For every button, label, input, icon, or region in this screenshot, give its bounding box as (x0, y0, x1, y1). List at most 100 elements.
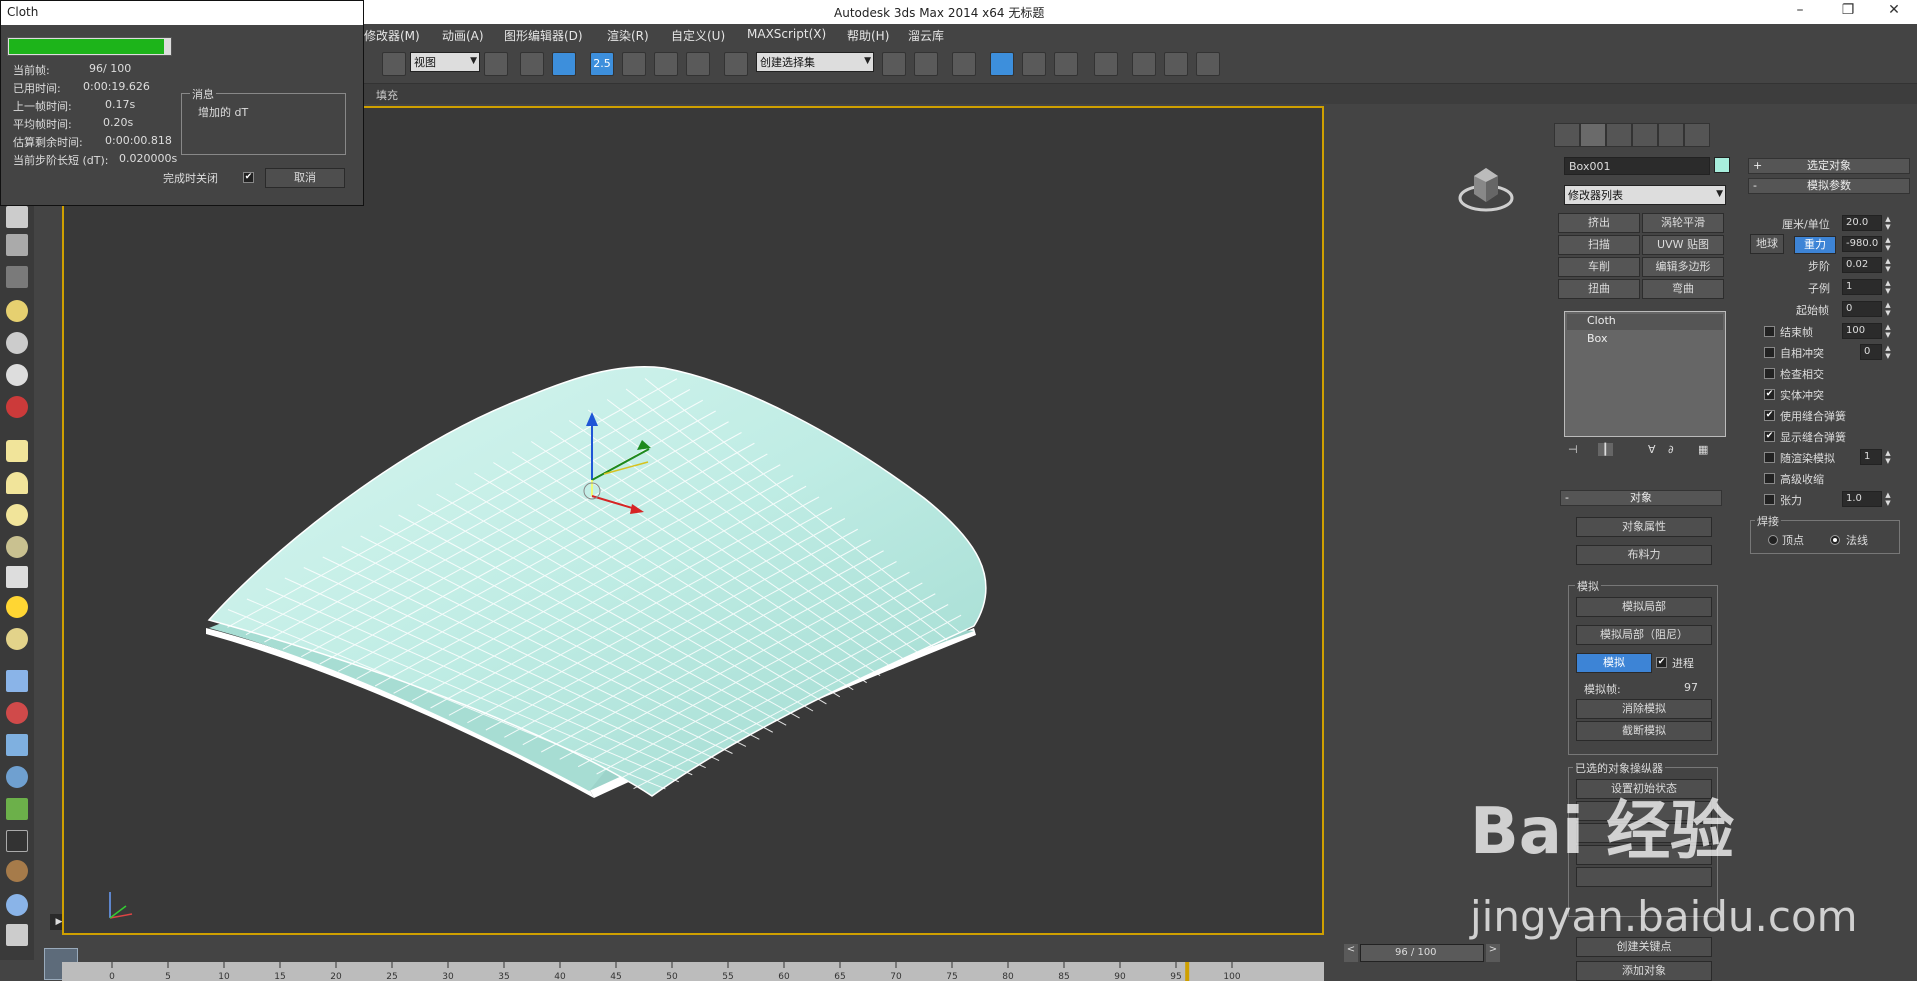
spinner-snap-icon[interactable] (686, 52, 710, 76)
display-tab-icon[interactable] (1658, 123, 1684, 147)
calculator-icon[interactable] (6, 234, 28, 256)
align-icon[interactable] (914, 52, 938, 76)
close-button[interactable]: ✕ (1871, 2, 1917, 22)
tension-checkbox[interactable] (1764, 494, 1775, 505)
sweep-button[interactable]: 扫描 (1558, 235, 1640, 255)
particles-icon[interactable] (6, 670, 28, 692)
snap-toggle-icon[interactable]: 2.5 (590, 52, 614, 76)
reference-coord-combo[interactable]: 视图 ▼ (410, 52, 480, 72)
weld-vertices-radio[interactable] (1768, 535, 1778, 545)
sun-icon[interactable] (6, 596, 28, 618)
perspective-viewport[interactable] (62, 106, 1324, 935)
keyboard-shortcut-override-icon[interactable] (552, 52, 576, 76)
camera-icon[interactable] (6, 332, 28, 354)
globe-icon[interactable] (6, 894, 28, 916)
molecule-icon[interactable] (6, 702, 28, 724)
material-editor-icon[interactable] (1094, 52, 1118, 76)
simulate-button[interactable]: 模拟 (1576, 653, 1652, 673)
object-properties-button[interactable]: 对象属性 (1576, 517, 1712, 537)
cm-per-unit-spinner[interactable]: 20.0 (1842, 215, 1882, 231)
create-tab-icon[interactable] (1554, 123, 1580, 147)
modifier-list-combo[interactable]: 修改器列表 ▼ (1564, 185, 1726, 205)
light-bulb-icon[interactable] (6, 300, 28, 322)
step-spinner[interactable]: 0.02 (1842, 257, 1882, 273)
render-setup-icon[interactable] (1132, 52, 1156, 76)
menu-maxscript[interactable]: MAXScript(X) (747, 27, 826, 41)
menu-animation[interactable]: 动画(A) (442, 27, 484, 44)
simulate-local-damped-button[interactable]: 模拟局部（阻尼） (1576, 625, 1712, 645)
time-prev-button[interactable]: < (1344, 944, 1358, 962)
angle-snap-icon[interactable] (622, 52, 646, 76)
timeline-track[interactable]: 0 5 10 15 20 25 30 35 40 45 50 55 60 65 70 75 80 85 90 95 10… (62, 962, 1324, 981)
cone-icon[interactable] (6, 566, 28, 588)
restore-button[interactable]: ❐ (1825, 2, 1871, 22)
use-sewing-springs-checkbox[interactable]: ✔ (1764, 410, 1775, 421)
lathe-button[interactable]: 车削 (1558, 257, 1640, 277)
cm-per-unit-arrows[interactable]: ▲ ▼ (1884, 215, 1892, 231)
simulate-local-button[interactable]: 模拟局部 (1576, 597, 1712, 617)
photo-icon[interactable] (6, 206, 28, 228)
minimize-button[interactable]: – (1777, 2, 1823, 22)
self-collision-checkbox[interactable] (1764, 347, 1775, 358)
sim-params-rollout[interactable]: - 模拟参数 (1748, 178, 1910, 194)
menu-customize[interactable]: 自定义(U) (671, 27, 725, 44)
utilities-tab-icon[interactable] (1684, 123, 1710, 147)
sim-on-render-arrows[interactable]: ▲ ▼ (1884, 449, 1892, 465)
rope-icon[interactable] (6, 860, 28, 882)
subsample-arrows[interactable]: ▲ ▼ (1884, 279, 1892, 295)
start-frame-spinner[interactable]: 0 (1842, 301, 1882, 317)
stack-item-box[interactable]: Box (1567, 332, 1723, 348)
fill-tab[interactable]: 填充 (376, 87, 398, 103)
end-frame-checkbox[interactable] (1764, 326, 1775, 337)
start-frame-arrows[interactable]: ▲ ▼ (1884, 301, 1892, 317)
select-manipulate-icon[interactable] (520, 52, 544, 76)
selected-object-rollout[interactable]: + 选定对象 (1748, 158, 1910, 174)
cancel-button[interactable]: 取消 (265, 168, 345, 188)
configure-sets-icon[interactable]: ▦ (1698, 443, 1708, 456)
twist-button[interactable]: 扭曲 (1558, 279, 1640, 299)
self-collision-arrows[interactable]: ▲ ▼ (1884, 344, 1892, 360)
torus-icon[interactable] (6, 628, 28, 650)
hair-fur-icon[interactable] (6, 830, 28, 852)
pin-stack-icon[interactable]: ⊣ (1568, 443, 1578, 456)
helper-icon[interactable] (6, 364, 28, 386)
truncate-simulation-button[interactable]: 截断模拟 (1576, 721, 1712, 741)
turbosmooth-button[interactable]: 涡轮平滑 (1642, 213, 1724, 233)
grass-icon[interactable] (6, 798, 28, 820)
render-teapot-icon[interactable] (1196, 52, 1220, 76)
close-on-finish-checkbox[interactable]: ✔ (243, 172, 254, 183)
menu-modifiers[interactable]: 修改器(M) (364, 27, 420, 44)
end-frame-arrows[interactable]: ▲ ▼ (1884, 323, 1892, 339)
gear-icon[interactable] (6, 766, 28, 788)
modify-tab-icon[interactable] (1580, 123, 1606, 147)
sim-on-render-checkbox[interactable] (1764, 452, 1775, 463)
compound-icon[interactable] (6, 734, 28, 756)
curve-editor-icon[interactable] (1022, 52, 1046, 76)
graphite-ribbon-icon[interactable] (990, 52, 1014, 76)
earth-button[interactable]: 地球 (1750, 234, 1784, 254)
render-icon[interactable] (6, 924, 28, 946)
plane-icon[interactable] (6, 440, 28, 462)
pivot-center-icon[interactable] (484, 52, 508, 76)
object-color-swatch[interactable] (1714, 157, 1730, 173)
time-slider[interactable]: 96 / 100 (1360, 944, 1484, 962)
named-selection-combo[interactable]: 创建选择集 ▼ (756, 52, 874, 72)
erase-simulation-button[interactable]: 消除模拟 (1576, 699, 1712, 719)
stack-item-cloth[interactable]: Cloth (1567, 314, 1723, 330)
video-camera-icon[interactable] (6, 396, 28, 418)
end-frame-spinner[interactable]: 100 (1842, 323, 1882, 339)
object-rollout[interactable]: - 对象 (1560, 490, 1722, 506)
advanced-pinch-checkbox[interactable] (1764, 473, 1775, 484)
show-end-result-icon[interactable]: ┃ (1598, 443, 1613, 456)
tension-spinner[interactable]: 1.0 (1842, 491, 1882, 507)
schematic-view-icon[interactable] (1054, 52, 1078, 76)
sphere-icon[interactable] (6, 504, 28, 526)
self-collision-spinner[interactable]: 0 (1860, 344, 1882, 360)
object-name-field[interactable]: Box001 (1564, 157, 1710, 175)
hierarchy-tab-icon[interactable] (1606, 123, 1632, 147)
scale-tool-icon[interactable] (382, 52, 406, 76)
subsample-spinner[interactable]: 1 (1842, 279, 1882, 295)
grid-icon[interactable] (6, 266, 28, 288)
edit-named-selection-icon[interactable] (724, 52, 748, 76)
mirror-icon[interactable] (882, 52, 906, 76)
